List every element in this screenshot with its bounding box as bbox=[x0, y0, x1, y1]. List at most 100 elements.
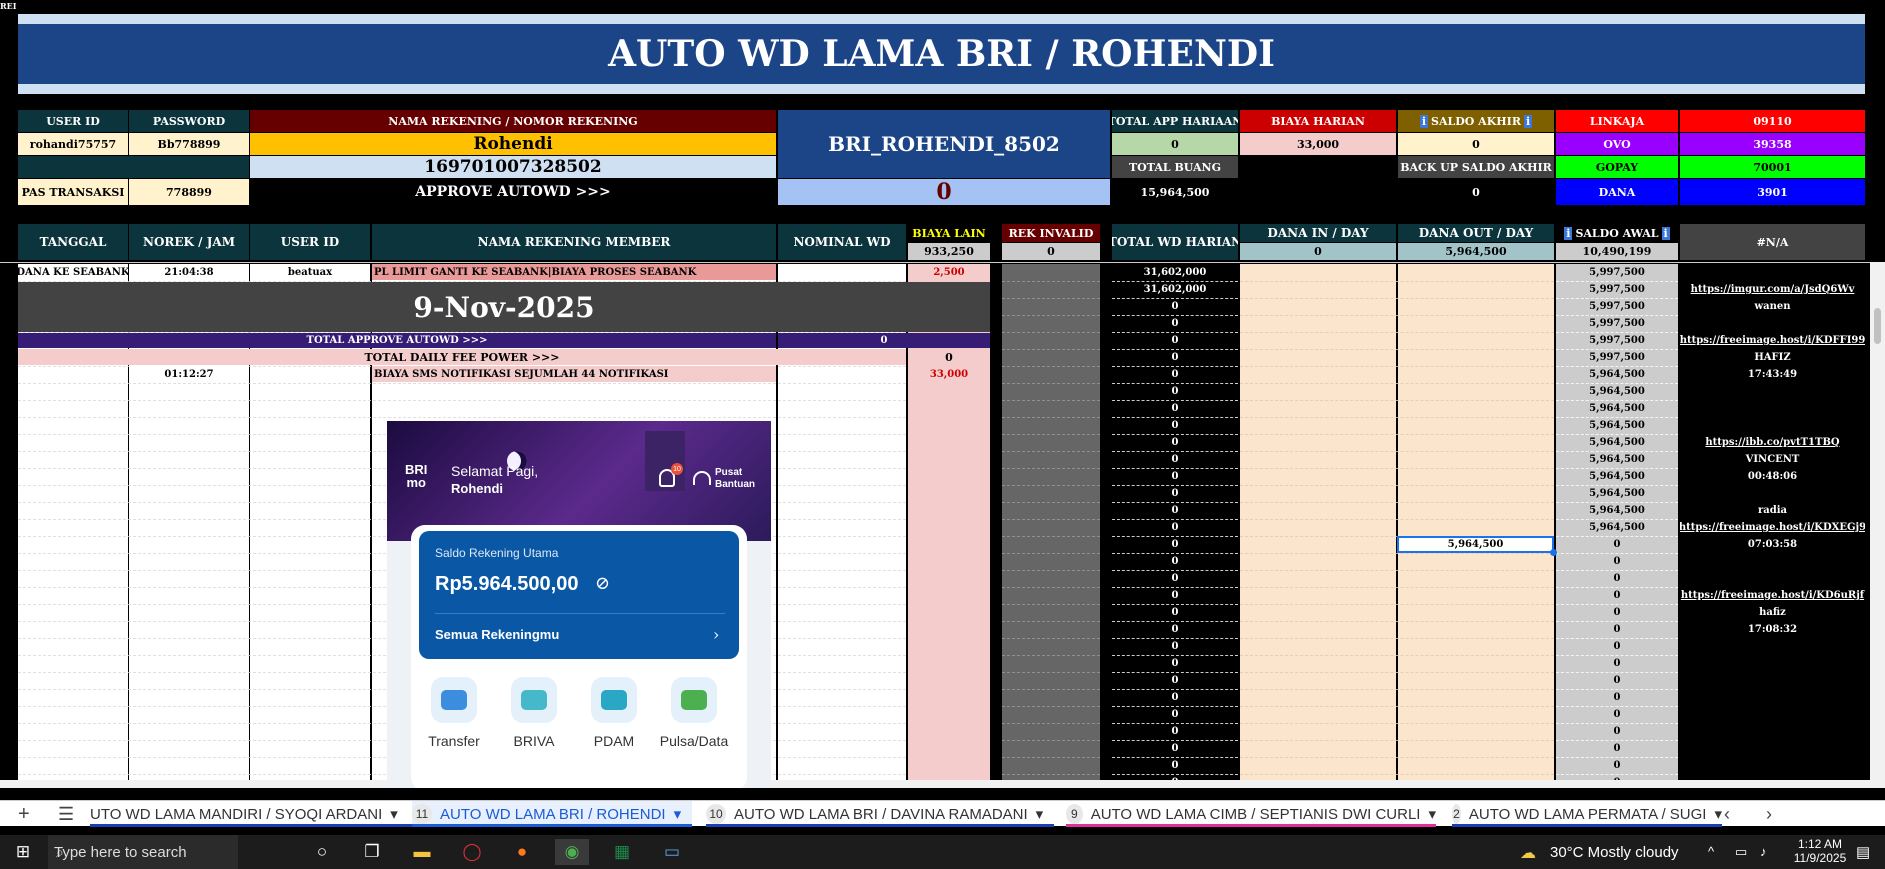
saldo-awal-cell[interactable]: 5,997,500 bbox=[1556, 315, 1678, 332]
total-wd-cell[interactable]: 0 bbox=[1112, 417, 1238, 434]
saldo-awal-cell[interactable]: 0 bbox=[1556, 604, 1678, 621]
sheet-tab[interactable]: 11 AUTO WD LAMA BRI / ROHENDI ▾ bbox=[412, 801, 692, 827]
chevron-right-icon[interactable]: › bbox=[713, 625, 719, 644]
saldo-awal-total[interactable]: 10,490,199 bbox=[1556, 243, 1678, 260]
menu-label[interactable]: PDAM bbox=[573, 733, 655, 749]
nama-rekening-value[interactable]: Rohendi bbox=[250, 133, 776, 155]
total-wd-cell[interactable]: 0 bbox=[1112, 434, 1238, 451]
saldo-awal-cell[interactable]: 0 bbox=[1556, 689, 1678, 706]
sms-biaya[interactable]: 33,000 bbox=[908, 366, 990, 382]
col-na[interactable]: #N/A bbox=[1680, 224, 1865, 260]
scrollbar-thumb[interactable] bbox=[1874, 308, 1881, 344]
total-approve-value[interactable]: 0 bbox=[778, 333, 990, 348]
wallet-linkaja-value[interactable]: 09110 bbox=[1680, 110, 1865, 132]
menu-briva-icon[interactable] bbox=[511, 677, 557, 723]
password-value[interactable]: Bb778899 bbox=[129, 133, 249, 155]
pas-transaksi-value[interactable]: 778899 bbox=[129, 179, 249, 205]
saldo-akhir-value[interactable]: 0 bbox=[1398, 133, 1554, 155]
note-link[interactable]: https://freeimage.host/i/KDFFI99 bbox=[1680, 332, 1865, 349]
excel-icon[interactable]: ▦ bbox=[605, 839, 639, 865]
chevron-down-icon[interactable]: ▾ bbox=[1428, 805, 1436, 823]
saldo-awal-cell[interactable]: 0 bbox=[1556, 553, 1678, 570]
saldo-awal-cell[interactable]: 0 bbox=[1556, 570, 1678, 587]
total-wd-cell[interactable]: 0 bbox=[1112, 757, 1238, 774]
saldo-awal-cell[interactable]: 5,964,500 bbox=[1556, 417, 1678, 434]
chevron-down-icon[interactable]: ▾ bbox=[674, 805, 682, 823]
total-wd-cell[interactable]: 0 bbox=[1112, 587, 1238, 604]
saldo-awal-cell[interactable]: 5,964,500 bbox=[1556, 434, 1678, 451]
chevron-down-icon[interactable]: ▾ bbox=[1714, 805, 1722, 823]
wallet-gopay-value[interactable]: 70001 bbox=[1680, 156, 1865, 178]
nomor-rekening-value[interactable]: 169701007328502 bbox=[250, 156, 776, 178]
total-wd-cell[interactable]: 0 bbox=[1112, 638, 1238, 655]
total-wd-cell[interactable]: 0 bbox=[1112, 672, 1238, 689]
total-wd-cell[interactable]: 0 bbox=[1112, 383, 1238, 400]
note-link[interactable]: https://freeimage.host/i/KDXEGj9 bbox=[1680, 519, 1865, 536]
saldo-awal-cell[interactable]: 0 bbox=[1556, 587, 1678, 604]
total-wd-cell[interactable]: 0 bbox=[1112, 621, 1238, 638]
saldo-awal-cell[interactable]: 0 bbox=[1556, 757, 1678, 774]
chevron-down-icon[interactable]: ▾ bbox=[1036, 805, 1044, 823]
horizontal-scrollbar[interactable] bbox=[0, 780, 1885, 788]
total-wd-cell[interactable]: 31,602,000 bbox=[1112, 281, 1238, 298]
total-wd-cell[interactable]: 0 bbox=[1112, 451, 1238, 468]
row1-biaya[interactable]: 2,500 bbox=[908, 264, 990, 280]
network-icon[interactable]: ▭ bbox=[1735, 844, 1747, 860]
menu-pulsa-data-icon[interactable] bbox=[671, 677, 717, 723]
wallet-ovo-value[interactable]: 39358 bbox=[1680, 133, 1865, 155]
col-nominal[interactable]: NOMINAL WD bbox=[778, 224, 906, 260]
col-tanggal[interactable]: TANGGAL bbox=[18, 224, 128, 260]
total-wd-cell[interactable]: 0 bbox=[1112, 689, 1238, 706]
saldo-awal-cell[interactable]: 5,964,500 bbox=[1556, 366, 1678, 383]
saldo-awal-cell[interactable]: 0 bbox=[1556, 672, 1678, 689]
row1-user[interactable]: beatuax bbox=[250, 264, 370, 280]
add-sheet-icon[interactable]: + bbox=[18, 803, 30, 826]
wallet-dana-value[interactable]: 3901 bbox=[1680, 179, 1865, 205]
cortana-icon[interactable]: ○ bbox=[305, 839, 339, 865]
tab-scroll-left-icon[interactable]: ‹ bbox=[1724, 804, 1730, 825]
saldo-awal-cell[interactable]: 0 bbox=[1556, 655, 1678, 672]
fill-handle[interactable] bbox=[1550, 549, 1557, 556]
rek-invalid-total[interactable]: 0 bbox=[1002, 243, 1100, 260]
total-wd-cell[interactable]: 0 bbox=[1112, 655, 1238, 672]
windows-start-icon[interactable]: ⊞ bbox=[6, 839, 40, 865]
clock[interactable]: 1:12 AM 11/9/2025 bbox=[1790, 837, 1850, 865]
biaya-harian-value[interactable]: 33,000 bbox=[1240, 133, 1396, 155]
user-id-value[interactable]: rohandi75757 bbox=[18, 133, 128, 155]
vertical-scrollbar[interactable] bbox=[1870, 262, 1885, 782]
note-link[interactable]: https://ibb.co/pvtT1TBQ bbox=[1680, 434, 1865, 451]
total-wd-cell[interactable]: 0 bbox=[1112, 553, 1238, 570]
col-dana-out[interactable]: DANA OUT / DAY bbox=[1398, 224, 1554, 242]
saldo-awal-cell[interactable]: 0 bbox=[1556, 740, 1678, 757]
selected-cell-dana-out[interactable]: 5,964,500 bbox=[1397, 536, 1554, 553]
col-nama-member[interactable]: NAMA REKENING MEMBER bbox=[372, 224, 776, 260]
sheet-tab[interactable]: 9 AUTO WD LAMA CIMB / SEPTIANIS DWI CURLI… bbox=[1066, 801, 1436, 827]
chevron-down-icon[interactable]: ▾ bbox=[390, 805, 398, 823]
col-saldo-awal[interactable]: i SALDO AWAL i bbox=[1556, 224, 1678, 242]
app-window-icon[interactable]: ▭ bbox=[655, 839, 689, 865]
total-wd-cell[interactable]: 31,602,000 bbox=[1112, 264, 1238, 281]
total-wd-cell[interactable]: 0 bbox=[1112, 740, 1238, 757]
saldo-awal-cell[interactable]: 5,964,500 bbox=[1556, 468, 1678, 485]
saldo-awal-cell[interactable]: 5,964,500 bbox=[1556, 383, 1678, 400]
row1-nama[interactable]: PL LIMIT GANTI KE SEABANK|BIAYA PROSES S… bbox=[372, 264, 776, 280]
total-wd-cell[interactable]: 0 bbox=[1112, 570, 1238, 587]
tray-chevron-icon[interactable]: ^ bbox=[1708, 844, 1714, 859]
chrome-icon[interactable]: ◉ bbox=[555, 839, 589, 865]
saldo-awal-cell[interactable]: 0 bbox=[1556, 621, 1678, 638]
row1-jam[interactable]: 21:04:38 bbox=[129, 264, 249, 280]
approve-value[interactable]: 0 bbox=[778, 179, 1110, 205]
col-dana-in[interactable]: DANA IN / DAY bbox=[1240, 224, 1396, 242]
total-wd-cell[interactable]: 0 bbox=[1112, 400, 1238, 417]
saldo-awal-cell[interactable]: 0 bbox=[1556, 638, 1678, 655]
menu-label[interactable]: Pulsa/Data bbox=[653, 733, 735, 749]
sms-nama[interactable]: BIAYA SMS NOTIFIKASI SEJUMLAH 44 NOTIFIK… bbox=[372, 366, 776, 382]
saldo-awal-cell[interactable]: 5,964,500 bbox=[1556, 400, 1678, 417]
saldo-awal-cell[interactable]: 0 bbox=[1556, 723, 1678, 740]
tab-scroll-right-icon[interactable]: › bbox=[1766, 804, 1772, 825]
saldo-awal-cell[interactable]: 5,964,500 bbox=[1556, 519, 1678, 536]
saldo-awal-cell[interactable]: 5,997,500 bbox=[1556, 332, 1678, 349]
weather-text[interactable]: 30°C Mostly cloudy bbox=[1550, 844, 1679, 861]
total-wd-cell[interactable]: 0 bbox=[1112, 519, 1238, 536]
total-app-value[interactable]: 0 bbox=[1112, 133, 1238, 155]
